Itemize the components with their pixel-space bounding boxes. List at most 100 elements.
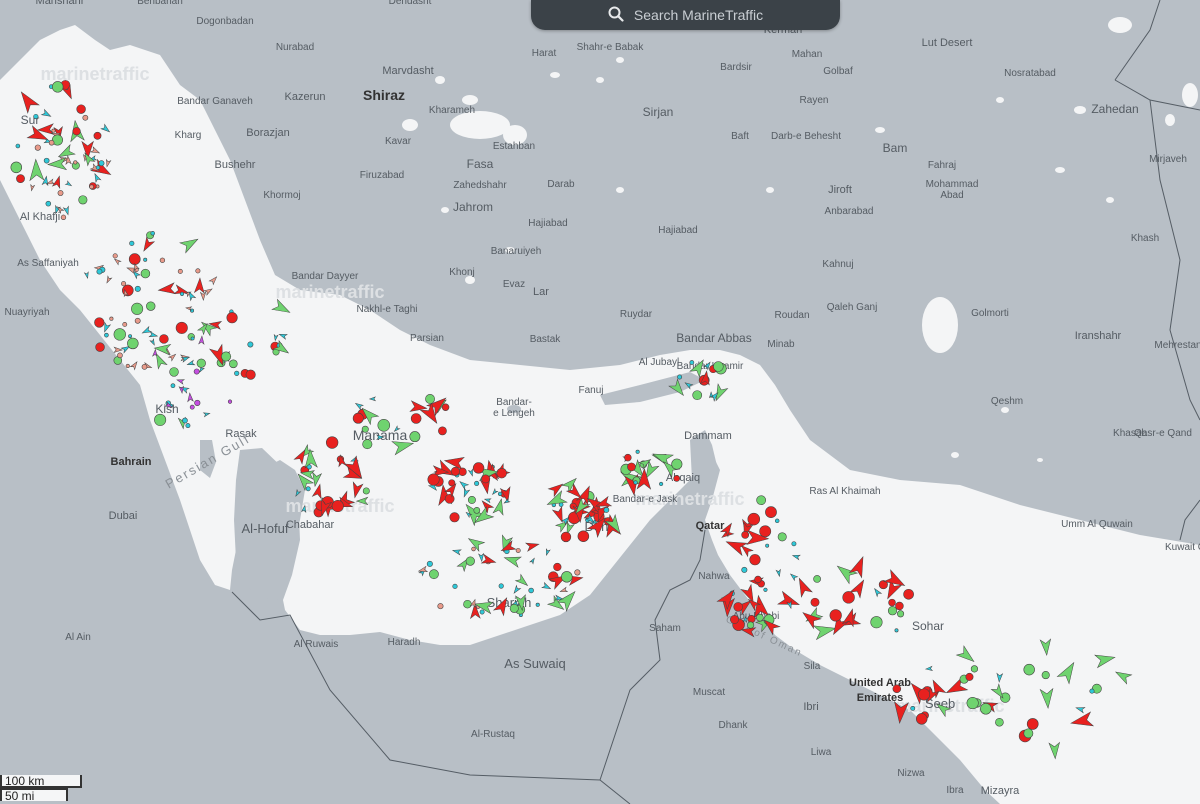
vessel-marker[interactable] bbox=[449, 512, 460, 523]
vessel-marker[interactable] bbox=[970, 665, 979, 673]
vessel-marker[interactable] bbox=[362, 439, 373, 450]
vessel-marker[interactable] bbox=[89, 184, 94, 190]
vessel-marker[interactable] bbox=[98, 160, 105, 167]
vessel-marker[interactable] bbox=[895, 601, 904, 611]
vessel-marker[interactable] bbox=[673, 475, 681, 482]
vessel-marker[interactable] bbox=[425, 394, 435, 404]
vessel-marker[interactable] bbox=[759, 525, 772, 538]
vessel-marker[interactable] bbox=[574, 569, 581, 576]
vessel-marker[interactable] bbox=[352, 412, 364, 424]
vessel-marker[interactable] bbox=[730, 615, 739, 624]
vessel-marker[interactable] bbox=[474, 480, 480, 486]
vessel-marker[interactable] bbox=[76, 104, 86, 114]
vessel-marker[interactable] bbox=[193, 368, 200, 375]
vessel-marker[interactable] bbox=[791, 541, 797, 547]
vessel-marker[interactable] bbox=[515, 548, 521, 553]
vessel-marker[interactable] bbox=[560, 531, 572, 543]
vessel-marker[interactable] bbox=[104, 332, 109, 338]
vessel-marker[interactable] bbox=[754, 575, 762, 584]
vessel-marker[interactable] bbox=[465, 556, 475, 566]
vessel-marker[interactable] bbox=[829, 609, 842, 622]
vessel-marker[interactable] bbox=[535, 602, 540, 607]
vessel-marker[interactable] bbox=[129, 240, 135, 246]
vessel-marker[interactable] bbox=[481, 474, 491, 484]
vessel-marker[interactable] bbox=[410, 413, 422, 424]
vessel-marker[interactable] bbox=[777, 532, 787, 542]
vessel-marker[interactable] bbox=[437, 603, 444, 610]
vessel-marker[interactable] bbox=[146, 301, 156, 311]
vessel-marker[interactable] bbox=[741, 566, 748, 573]
vessel-marker[interactable] bbox=[577, 530, 590, 542]
vessel-marker[interactable] bbox=[43, 157, 50, 164]
vessel-marker[interactable] bbox=[842, 591, 855, 604]
vessel-marker[interactable] bbox=[747, 512, 761, 526]
vessel-marker[interactable] bbox=[195, 268, 201, 274]
vessel-marker[interactable] bbox=[528, 587, 534, 594]
vessel-marker[interactable] bbox=[15, 143, 21, 149]
vessel-marker[interactable] bbox=[57, 190, 64, 196]
vessel-marker[interactable] bbox=[561, 571, 573, 583]
vessel-marker[interactable] bbox=[980, 703, 992, 715]
vessel-marker[interactable] bbox=[159, 257, 166, 263]
vessel-marker[interactable] bbox=[95, 165, 101, 170]
vessel-marker[interactable] bbox=[756, 495, 767, 506]
vessel-marker[interactable] bbox=[747, 621, 755, 629]
vessel-marker[interactable] bbox=[966, 697, 979, 710]
vessel-marker[interactable] bbox=[467, 495, 476, 504]
vessel-marker[interactable] bbox=[96, 268, 103, 275]
vessel-marker[interactable] bbox=[229, 359, 238, 369]
vessel-marker[interactable] bbox=[1041, 671, 1050, 680]
vessel-marker[interactable] bbox=[894, 628, 899, 633]
vessel-marker[interactable] bbox=[1023, 728, 1034, 739]
vessel-marker[interactable] bbox=[377, 419, 391, 432]
vessel-marker[interactable] bbox=[247, 341, 254, 348]
vessel-marker[interactable] bbox=[60, 214, 67, 220]
vessel-marker[interactable] bbox=[154, 413, 167, 426]
vessel-marker[interactable] bbox=[765, 543, 770, 548]
vessel-marker[interactable] bbox=[361, 425, 369, 433]
vessel-marker[interactable] bbox=[170, 383, 176, 389]
vessel-marker[interactable] bbox=[190, 336, 195, 341]
vessel-marker[interactable] bbox=[189, 404, 195, 410]
vessel-marker[interactable] bbox=[870, 616, 883, 629]
vessel-marker[interactable] bbox=[429, 569, 439, 580]
vessel-marker[interactable] bbox=[141, 364, 148, 370]
vessel-marker[interactable] bbox=[182, 417, 188, 424]
vessel-marker[interactable] bbox=[234, 370, 240, 376]
vessel-marker[interactable] bbox=[194, 399, 201, 407]
vessel-marker[interactable] bbox=[1023, 663, 1035, 676]
vessel-marker[interactable] bbox=[179, 291, 185, 296]
vessel-marker[interactable] bbox=[733, 602, 743, 612]
vessel-marker[interactable] bbox=[479, 609, 485, 615]
vessel-marker[interactable] bbox=[659, 481, 664, 487]
vessel-marker[interactable] bbox=[910, 705, 916, 711]
vessel-marker[interactable] bbox=[692, 390, 703, 401]
vessel-marker[interactable] bbox=[463, 599, 472, 609]
vessel-marker[interactable] bbox=[78, 195, 88, 205]
vessel-marker[interactable] bbox=[603, 507, 610, 513]
vessel-marker[interactable] bbox=[245, 369, 256, 380]
vessel-marker[interactable] bbox=[471, 546, 476, 552]
vessel-marker[interactable] bbox=[713, 361, 724, 372]
vessel-marker[interactable] bbox=[128, 253, 141, 265]
vessel-marker[interactable] bbox=[553, 562, 562, 572]
vessel-marker[interactable] bbox=[221, 351, 232, 362]
vessel-marker[interactable] bbox=[438, 426, 447, 436]
vessel-marker[interactable] bbox=[765, 506, 777, 518]
vessel-marker[interactable] bbox=[82, 114, 89, 121]
vessel-marker[interactable] bbox=[10, 161, 23, 174]
vessel-marker[interactable] bbox=[93, 131, 102, 140]
vessel-marker[interactable] bbox=[51, 81, 64, 93]
vessel-marker[interactable] bbox=[45, 200, 52, 207]
vessel-marker[interactable] bbox=[995, 717, 1004, 727]
vessel-marker[interactable] bbox=[177, 268, 183, 274]
vessel-marker[interactable] bbox=[473, 507, 481, 514]
vessel-marker[interactable] bbox=[95, 342, 105, 352]
vessel-marker[interactable] bbox=[125, 363, 130, 369]
vessel-marker[interactable] bbox=[774, 518, 780, 524]
vessel-marker[interactable] bbox=[121, 281, 127, 287]
vessel-marker[interactable] bbox=[897, 610, 905, 618]
vessel-marker[interactable] bbox=[72, 127, 81, 136]
vessel-marker[interactable] bbox=[227, 399, 233, 404]
vessel-marker[interactable] bbox=[810, 597, 820, 607]
